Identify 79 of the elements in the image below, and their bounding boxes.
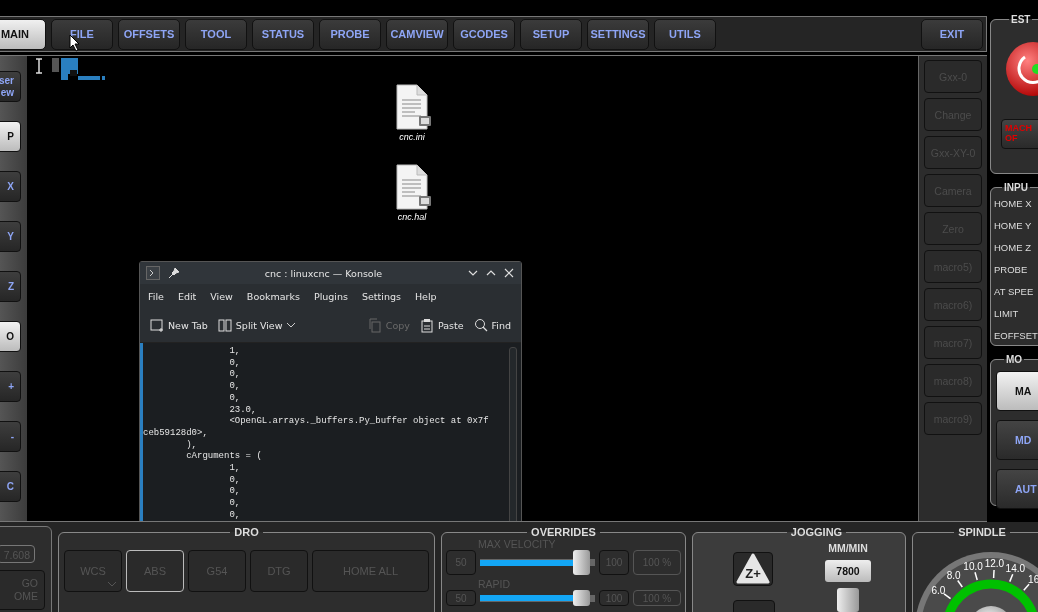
tab[interactable]: SETTINGS — [587, 18, 649, 50]
tab[interactable]: GCODES — [453, 18, 515, 50]
caret-icon — [286, 321, 297, 329]
slider-thumb[interactable] — [573, 590, 591, 606]
input-label: EOFFSET — [994, 329, 1038, 343]
new-tab-icon — [150, 317, 164, 333]
copy-icon — [367, 317, 382, 333]
side-button[interactable]: Z — [0, 271, 21, 302]
terminal-output: 1, 0, 0, 0, 0, 23.0, <OpenGL.arrays._buffers.Py_buffer object at 0x7f ceb59128d0>, ), cArguments = ( 1, 0, 0, 0, 0, — [143, 346, 490, 521]
scrollbar[interactable] — [509, 347, 517, 521]
panel-title: SPINDLE — [957, 527, 1007, 538]
side-button[interactable]: ser ew — [0, 71, 21, 102]
caret-icon — [107, 581, 117, 587]
input-label: AT SPEE — [994, 285, 1034, 299]
side-button[interactable]: O — [0, 321, 21, 352]
scale-label: 10.0 — [963, 560, 983, 572]
input-label: HOME X — [994, 197, 1032, 211]
file-name[interactable]: cnc.ini — [399, 132, 425, 142]
slider-thumb[interactable] — [837, 588, 859, 612]
toolbar-button[interactable]: Paste — [419, 317, 464, 333]
menu-item[interactable]: Settings — [361, 290, 401, 302]
scale-label: 16 — [1028, 573, 1038, 585]
input-label: HOME Z — [994, 241, 1031, 255]
panel-title: MO — [1005, 354, 1024, 365]
tab[interactable]: FILE — [51, 18, 113, 50]
tab[interactable]: OFFSETS — [118, 18, 180, 50]
panel-title: EST — [1010, 14, 1032, 25]
panel-title: INPU — [1003, 182, 1029, 193]
split-view-icon — [217, 317, 232, 333]
menu-item[interactable]: Help — [414, 290, 437, 302]
toolbar-button[interactable]: Find — [473, 317, 511, 333]
window-title: cnc : linuxcnc — Konsole — [263, 267, 384, 279]
jog-rate-field[interactable]: 7800 — [825, 560, 871, 582]
window-thumbnail-icon — [52, 58, 108, 80]
panel-title: OVERRIDES — [530, 526, 597, 538]
close-icon — [503, 267, 515, 279]
jog-z-plus-button[interactable]: Z+ — [733, 552, 773, 586]
panel-title: DRO — [233, 526, 260, 538]
search-icon — [473, 317, 488, 333]
pin-icon — [168, 267, 180, 279]
toolbar-button[interactable]: Split View — [217, 317, 297, 333]
input-label: PROBE — [994, 263, 1028, 277]
tab[interactable]: CAMVIEW — [386, 18, 448, 50]
exit-button[interactable]: EXIT — [921, 18, 983, 50]
menu-item[interactable]: View — [210, 290, 233, 302]
units-label: MM/MIN — [828, 542, 868, 554]
panel-title: JOGGING — [789, 526, 844, 538]
mode-button[interactable]: MD — [996, 420, 1038, 460]
menu-item[interactable]: File — [148, 290, 164, 302]
text-cursor-icon — [35, 58, 43, 74]
side-button[interactable]: - — [0, 421, 21, 452]
scale-label: 14.0 — [1005, 562, 1026, 574]
tab[interactable]: TOOL — [185, 18, 247, 50]
menu-item[interactable]: Plugins — [313, 290, 348, 302]
mode-button[interactable]: MA — [996, 371, 1038, 411]
tab[interactable]: SETUP — [520, 18, 582, 50]
side-button[interactable]: X — [0, 171, 21, 202]
mode-button[interactable]: AUT — [996, 469, 1038, 509]
scale-label: 12.0 — [984, 558, 1005, 570]
file-name[interactable]: cnc.hal — [397, 212, 427, 222]
menu-item[interactable]: Bookmarks — [246, 290, 300, 302]
slider-thumb[interactable] — [573, 550, 591, 575]
side-button[interactable]: Y — [0, 221, 21, 252]
paste-icon — [419, 317, 434, 333]
tab[interactable]: MAIN — [0, 18, 46, 50]
tab[interactable]: STATUS — [252, 18, 314, 50]
input-label: LIMIT — [994, 307, 1019, 321]
scale-label: 8.0 — [946, 569, 961, 581]
side-button[interactable]: C — [0, 471, 21, 502]
scale-label: 6.0 — [931, 584, 946, 596]
side-button[interactable]: + — [0, 371, 21, 402]
input-label: HOME Y — [994, 219, 1032, 233]
tab[interactable]: PROBE — [319, 18, 381, 50]
menu-item[interactable]: Edit — [177, 290, 197, 302]
terminal-icon — [146, 266, 160, 280]
side-button[interactable]: P — [0, 121, 21, 152]
toolbar-button[interactable]: New Tab — [150, 317, 208, 333]
tab[interactable]: UTILS — [654, 18, 716, 50]
estop-button-icon — [1003, 41, 1038, 97]
